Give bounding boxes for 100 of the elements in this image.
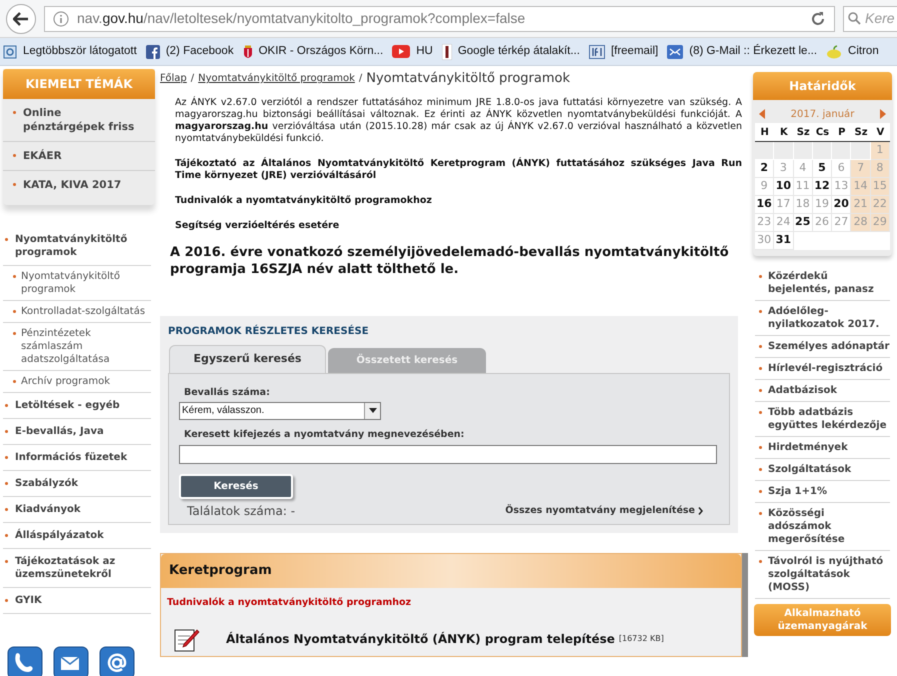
show-all-link[interactable]: Összes nyomtatvány megjelenítése bbox=[505, 504, 695, 518]
calendar-day: 29 bbox=[870, 214, 890, 232]
featured-link[interactable]: KATA, KIVA 2017 bbox=[23, 178, 122, 192]
featured-link[interactable]: EKÁER bbox=[23, 149, 62, 163]
calendar-day[interactable]: 2 bbox=[755, 160, 774, 178]
calendar-day[interactable]: 10 bbox=[774, 178, 794, 196]
bullet-icon bbox=[5, 456, 8, 459]
next-month-icon[interactable] bbox=[880, 109, 886, 119]
bookmark-link[interactable]: Google térkép átalakít... bbox=[458, 42, 580, 60]
bookmark-link[interactable]: OKIR - Országos Körn... bbox=[258, 42, 384, 60]
calendar-day: 14 bbox=[851, 178, 871, 196]
chevron-right-icon bbox=[698, 507, 703, 515]
bullet-icon bbox=[759, 512, 762, 515]
bullet-icon bbox=[759, 310, 762, 313]
service-link[interactable]: Több adatbázis együttes lekérdezője bbox=[768, 406, 890, 432]
service-link[interactable]: Hirdetmények bbox=[768, 441, 848, 454]
nav-link[interactable]: Letöltések - egyéb bbox=[15, 399, 120, 412]
reload-icon[interactable] bbox=[810, 10, 826, 26]
calendar-blank-cell bbox=[774, 142, 794, 160]
info-link[interactable]: Segítség verzióeltérés esetére bbox=[175, 220, 742, 232]
back-button[interactable] bbox=[6, 4, 36, 34]
calendar-blank-cell bbox=[794, 142, 813, 160]
program-panel-title: Keretprogram bbox=[161, 554, 741, 588]
search-icon bbox=[848, 12, 861, 25]
breadcrumb-current: Nyomtatványkitöltő programok bbox=[366, 70, 570, 88]
info-link[interactable]: Tájékoztató az Általános Nyomtatványkitöltő Keretprogram (ÁNYK) futtatásához szükséges Java Run Time környezet (JRE) verzióváltásáról bbox=[175, 158, 742, 182]
bookmark-link[interactable]: (2) Facebook bbox=[166, 42, 234, 60]
bullet-icon bbox=[5, 404, 8, 407]
calendar-day: 24 bbox=[774, 214, 794, 232]
calendar-day[interactable]: 25 bbox=[794, 214, 813, 232]
breadcrumb-link[interactable]: Főlap bbox=[160, 71, 187, 86]
service-link[interactable]: Szolgáltatások bbox=[768, 463, 852, 476]
bullet-icon bbox=[13, 275, 16, 278]
nav-link[interactable]: Szabályzók bbox=[15, 477, 78, 490]
calendar-day: 17 bbox=[774, 196, 794, 214]
calendar-day[interactable]: 12 bbox=[812, 178, 832, 196]
service-link[interactable]: Hírlevél-regisztráció bbox=[768, 362, 883, 375]
breadcrumb-separator: / bbox=[190, 72, 194, 86]
calendar-day[interactable]: 5 bbox=[812, 160, 832, 178]
deadlines-title: Határidők bbox=[753, 72, 892, 100]
bullet-icon bbox=[5, 560, 8, 563]
bookmark-link[interactable]: Legtöbbször látogatott bbox=[23, 42, 137, 60]
bookmark-link[interactable]: [freemail] bbox=[610, 42, 658, 60]
subnav-link[interactable]: Nyomtatványkitöltő programok bbox=[21, 270, 151, 296]
service-link[interactable]: Közösségi adószámok megerősítése bbox=[768, 507, 890, 546]
service-link[interactable]: Adóelőleg-nyilatkozatok 2017. bbox=[768, 305, 890, 331]
form-select[interactable]: Kérem, válasszon. bbox=[179, 402, 381, 420]
nav-link[interactable]: Információs füzetek bbox=[15, 451, 128, 464]
calendar-day: 3 bbox=[774, 160, 794, 178]
nav-link[interactable]: Nyomtatványkitöltő programok bbox=[15, 233, 151, 259]
calendar-day: 11 bbox=[794, 178, 813, 196]
bookmark-link[interactable]: Citron bbox=[848, 42, 879, 60]
calendar-day[interactable]: 16 bbox=[755, 196, 774, 214]
bullet-icon bbox=[5, 238, 8, 241]
nav-link[interactable]: Kiadványok bbox=[15, 503, 81, 516]
envelope-icon[interactable] bbox=[53, 646, 89, 676]
at-sign-icon[interactable] bbox=[99, 646, 135, 676]
info-icon bbox=[53, 10, 69, 26]
service-link[interactable]: Adatbázisok bbox=[768, 384, 838, 397]
calendar-day[interactable]: 31 bbox=[774, 232, 794, 250]
bullet-icon bbox=[759, 446, 762, 449]
freemail-icon bbox=[588, 44, 605, 58]
subnav-link[interactable]: Pénzintézetek számlaszám adatszolgáltatása bbox=[21, 327, 151, 366]
bullet-icon bbox=[759, 389, 762, 392]
calendar-day: 1 bbox=[870, 142, 890, 160]
breadcrumb-link[interactable]: Nyomtatványkitöltő programok bbox=[198, 71, 355, 86]
weekday-header: P bbox=[837, 126, 846, 140]
weekday-header: V bbox=[875, 126, 886, 140]
subnav-link[interactable]: Archív programok bbox=[21, 375, 110, 388]
nav-link[interactable]: Álláspályázatok bbox=[15, 529, 104, 542]
bullet-icon bbox=[5, 482, 8, 485]
featured-link[interactable]: Online pénztárgépek friss bbox=[23, 106, 145, 134]
phone-icon[interactable] bbox=[7, 646, 43, 676]
bullet-icon bbox=[13, 310, 16, 313]
bullet-icon bbox=[759, 490, 762, 493]
file-size: [16732 KB] bbox=[618, 633, 664, 646]
nav-link[interactable]: E-bevallás, Java bbox=[15, 425, 104, 438]
previous-month-icon[interactable] bbox=[759, 109, 765, 119]
bookmark-link[interactable]: (8) G-Mail :: Érkezett le... bbox=[689, 42, 818, 60]
search-tab[interactable]: Egyszerű keresés bbox=[169, 344, 326, 372]
service-link[interactable]: Közérdekű bejelentés, panasz bbox=[768, 270, 890, 296]
calendar-day[interactable]: 20 bbox=[832, 196, 852, 214]
subnav-link[interactable]: Kontrolladat-szolgáltatás bbox=[21, 305, 146, 318]
nav-link[interactable]: Tájékoztatások az üzemszünetekről bbox=[15, 555, 151, 581]
bookmark-link[interactable]: HU bbox=[416, 42, 433, 60]
mail-icon bbox=[667, 44, 684, 58]
download-title[interactable]: Általános Nyomtatványkitöltő (ÁNYK) program telepítése bbox=[226, 630, 615, 648]
search-input[interactable] bbox=[179, 445, 717, 464]
address-field[interactable]: nav.gov.hu/nav/letoltesek/nyomtatvanykitolto_programok?complex=false bbox=[44, 6, 835, 32]
nav-link[interactable]: GYIK bbox=[15, 594, 42, 607]
search-placeholder: Kere bbox=[865, 9, 895, 28]
service-link[interactable]: Személyes adónaptár bbox=[768, 340, 890, 353]
weekday-header: Cs bbox=[814, 126, 830, 140]
calendar-blank-cell bbox=[812, 142, 832, 160]
program-info-link[interactable]: Tudnivalók a nyomtatványkitöltő programhoz bbox=[161, 596, 741, 610]
service-link[interactable]: Szja 1+1% bbox=[768, 485, 827, 498]
service-link[interactable]: Távolról is nyújtható szolgáltatások (MOSS) bbox=[768, 555, 890, 594]
search-button[interactable]: Keresés bbox=[179, 474, 293, 499]
info-link[interactable]: Tudnivalók a nyomtatványkitöltő programokhoz bbox=[175, 194, 742, 206]
bullet-icon bbox=[759, 345, 762, 348]
